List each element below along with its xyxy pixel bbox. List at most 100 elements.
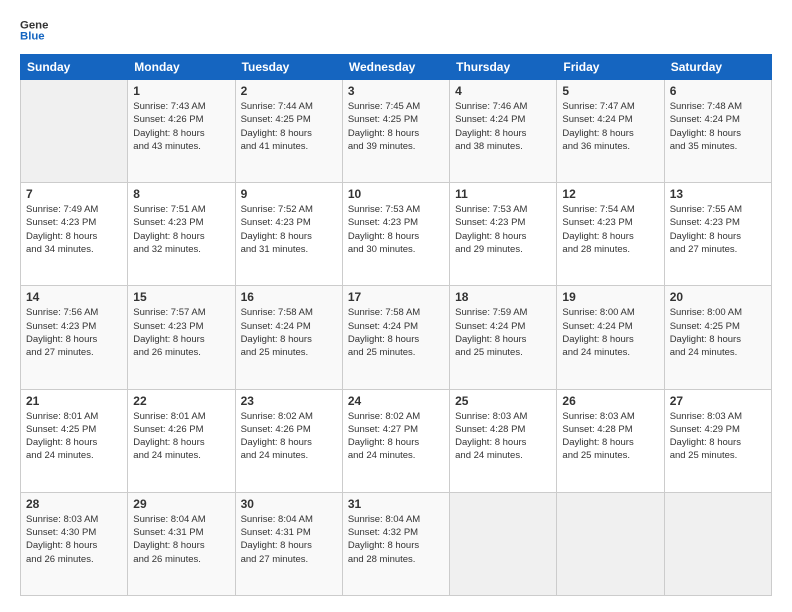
calendar-day-cell: 11 Sunrise: 7:53 AM Sunset: 4:23 PM Dayli… (450, 183, 557, 286)
weekday-header: Saturday (664, 55, 771, 80)
day-number: 16 (241, 290, 337, 304)
calendar-week-row: 28 Sunrise: 8:03 AM Sunset: 4:30 PM Dayli… (21, 492, 772, 595)
day-number: 19 (562, 290, 658, 304)
day-number: 20 (670, 290, 766, 304)
logo: General Blue (20, 16, 52, 44)
day-number: 5 (562, 84, 658, 98)
calendar-day-cell: 30Sunrise: 8:04 AM Sunset: 4:31 PM Dayli… (235, 492, 342, 595)
calendar-day-cell: 2Sunrise: 7:44 AM Sunset: 4:25 PM Daylig… (235, 80, 342, 183)
day-info: Sunrise: 7:58 AM Sunset: 4:24 PM Dayligh… (241, 306, 337, 359)
day-info: Sunrise: 7:43 AM Sunset: 4:26 PM Dayligh… (133, 100, 229, 153)
day-info: Sunrise: 8:03 AM Sunset: 4:28 PM Dayligh… (455, 410, 551, 463)
day-info: Sunrise: 7:44 AM Sunset: 4:25 PM Dayligh… (241, 100, 337, 153)
day-info: Sunrise: 8:03 AM Sunset: 4:30 PM Dayligh… (26, 513, 122, 566)
calendar-day-cell: 6 Sunrise: 7:48 AM Sunset: 4:24 PM Daylig… (664, 80, 771, 183)
calendar-day-cell: 15 Sunrise: 7:57 AM Sunset: 4:23 PM Dayli… (128, 286, 235, 389)
calendar-day-cell: 21Sunrise: 8:01 AM Sunset: 4:25 PM Dayli… (21, 389, 128, 492)
calendar-day-cell: 29 Sunrise: 8:04 AM Sunset: 4:31 PM Dayli… (128, 492, 235, 595)
calendar-header: SundayMondayTuesdayWednesdayThursdayFrid… (21, 55, 772, 80)
day-info: Sunrise: 8:00 AM Sunset: 4:25 PM Dayligh… (670, 306, 766, 359)
day-number: 27 (670, 394, 766, 408)
calendar-day-cell: 9Sunrise: 7:52 AM Sunset: 4:23 PM Daylig… (235, 183, 342, 286)
day-info: Sunrise: 7:53 AM Sunset: 4:23 PM Dayligh… (348, 203, 444, 256)
calendar-day-cell (21, 80, 128, 183)
day-info: Sunrise: 7:54 AM Sunset: 4:23 PM Dayligh… (562, 203, 658, 256)
calendar-day-cell: 27 Sunrise: 8:03 AM Sunset: 4:29 PM Dayli… (664, 389, 771, 492)
header: General Blue (20, 16, 772, 44)
day-number: 18 (455, 290, 551, 304)
calendar-day-cell: 19 Sunrise: 8:00 AM Sunset: 4:24 PM Dayli… (557, 286, 664, 389)
calendar-day-cell: 16 Sunrise: 7:58 AM Sunset: 4:24 PM Dayli… (235, 286, 342, 389)
day-number: 29 (133, 497, 229, 511)
day-info: Sunrise: 8:04 AM Sunset: 4:32 PM Dayligh… (348, 513, 444, 566)
calendar-day-cell: 17Sunrise: 7:58 AM Sunset: 4:24 PM Dayli… (342, 286, 449, 389)
calendar-body: 1 Sunrise: 7:43 AM Sunset: 4:26 PM Daylig… (21, 80, 772, 596)
day-info: Sunrise: 8:02 AM Sunset: 4:27 PM Dayligh… (348, 410, 444, 463)
calendar-day-cell: 13Sunrise: 7:55 AM Sunset: 4:23 PM Dayli… (664, 183, 771, 286)
calendar-day-cell: 24 Sunrise: 8:02 AM Sunset: 4:27 PM Dayli… (342, 389, 449, 492)
calendar-day-cell: 5Sunrise: 7:47 AM Sunset: 4:24 PM Daylig… (557, 80, 664, 183)
svg-text:Blue: Blue (20, 31, 45, 43)
day-info: Sunrise: 7:57 AM Sunset: 4:23 PM Dayligh… (133, 306, 229, 359)
day-info: Sunrise: 8:03 AM Sunset: 4:28 PM Dayligh… (562, 410, 658, 463)
day-number: 12 (562, 187, 658, 201)
day-number: 10 (348, 187, 444, 201)
calendar-day-cell: 22 Sunrise: 8:01 AM Sunset: 4:26 PM Dayli… (128, 389, 235, 492)
day-number: 15 (133, 290, 229, 304)
calendar-day-cell: 20 Sunrise: 8:00 AM Sunset: 4:25 PM Dayli… (664, 286, 771, 389)
day-number: 14 (26, 290, 122, 304)
calendar-day-cell: 10 Sunrise: 7:53 AM Sunset: 4:23 PM Dayli… (342, 183, 449, 286)
day-info: Sunrise: 7:49 AM Sunset: 4:23 PM Dayligh… (26, 203, 122, 256)
logo-icon: General Blue (20, 16, 48, 44)
day-info: Sunrise: 7:53 AM Sunset: 4:23 PM Dayligh… (455, 203, 551, 256)
calendar-day-cell: 8Sunrise: 7:51 AM Sunset: 4:23 PM Daylig… (128, 183, 235, 286)
day-info: Sunrise: 7:59 AM Sunset: 4:24 PM Dayligh… (455, 306, 551, 359)
day-number: 6 (670, 84, 766, 98)
day-number: 24 (348, 394, 444, 408)
day-number: 3 (348, 84, 444, 98)
calendar-day-cell: 7 Sunrise: 7:49 AM Sunset: 4:23 PM Daylig… (21, 183, 128, 286)
weekday-header: Friday (557, 55, 664, 80)
calendar-day-cell: 3 Sunrise: 7:45 AM Sunset: 4:25 PM Daylig… (342, 80, 449, 183)
day-info: Sunrise: 8:01 AM Sunset: 4:26 PM Dayligh… (133, 410, 229, 463)
weekday-header: Wednesday (342, 55, 449, 80)
day-number: 1 (133, 84, 229, 98)
day-info: Sunrise: 7:45 AM Sunset: 4:25 PM Dayligh… (348, 100, 444, 153)
weekday-header: Thursday (450, 55, 557, 80)
weekday-header: Tuesday (235, 55, 342, 80)
calendar-day-cell (450, 492, 557, 595)
calendar-week-row: 1 Sunrise: 7:43 AM Sunset: 4:26 PM Daylig… (21, 80, 772, 183)
day-info: Sunrise: 8:00 AM Sunset: 4:24 PM Dayligh… (562, 306, 658, 359)
day-info: Sunrise: 8:01 AM Sunset: 4:25 PM Dayligh… (26, 410, 122, 463)
day-info: Sunrise: 7:51 AM Sunset: 4:23 PM Dayligh… (133, 203, 229, 256)
calendar-table: SundayMondayTuesdayWednesdayThursdayFrid… (20, 54, 772, 596)
day-info: Sunrise: 7:55 AM Sunset: 4:23 PM Dayligh… (670, 203, 766, 256)
weekday-header: Monday (128, 55, 235, 80)
day-info: Sunrise: 7:58 AM Sunset: 4:24 PM Dayligh… (348, 306, 444, 359)
calendar-week-row: 7 Sunrise: 7:49 AM Sunset: 4:23 PM Daylig… (21, 183, 772, 286)
day-info: Sunrise: 8:04 AM Sunset: 4:31 PM Dayligh… (133, 513, 229, 566)
weekday-row: SundayMondayTuesdayWednesdayThursdayFrid… (21, 55, 772, 80)
calendar-day-cell: 23Sunrise: 8:02 AM Sunset: 4:26 PM Dayli… (235, 389, 342, 492)
calendar-page: General Blue SundayMondayTuesdayWednesda… (0, 0, 792, 612)
day-number: 11 (455, 187, 551, 201)
day-info: Sunrise: 7:46 AM Sunset: 4:24 PM Dayligh… (455, 100, 551, 153)
day-info: Sunrise: 7:52 AM Sunset: 4:23 PM Dayligh… (241, 203, 337, 256)
day-number: 23 (241, 394, 337, 408)
day-info: Sunrise: 7:48 AM Sunset: 4:24 PM Dayligh… (670, 100, 766, 153)
calendar-week-row: 21Sunrise: 8:01 AM Sunset: 4:25 PM Dayli… (21, 389, 772, 492)
day-number: 7 (26, 187, 122, 201)
calendar-day-cell: 18 Sunrise: 7:59 AM Sunset: 4:24 PM Dayli… (450, 286, 557, 389)
day-number: 31 (348, 497, 444, 511)
svg-text:General: General (20, 19, 48, 31)
day-number: 22 (133, 394, 229, 408)
calendar-day-cell: 31 Sunrise: 8:04 AM Sunset: 4:32 PM Dayli… (342, 492, 449, 595)
calendar-day-cell: 4Sunrise: 7:46 AM Sunset: 4:24 PM Daylig… (450, 80, 557, 183)
calendar-day-cell: 26 Sunrise: 8:03 AM Sunset: 4:28 PM Dayli… (557, 389, 664, 492)
day-number: 28 (26, 497, 122, 511)
day-number: 30 (241, 497, 337, 511)
weekday-header: Sunday (21, 55, 128, 80)
calendar-day-cell: 14Sunrise: 7:56 AM Sunset: 4:23 PM Dayli… (21, 286, 128, 389)
day-number: 26 (562, 394, 658, 408)
day-info: Sunrise: 8:03 AM Sunset: 4:29 PM Dayligh… (670, 410, 766, 463)
